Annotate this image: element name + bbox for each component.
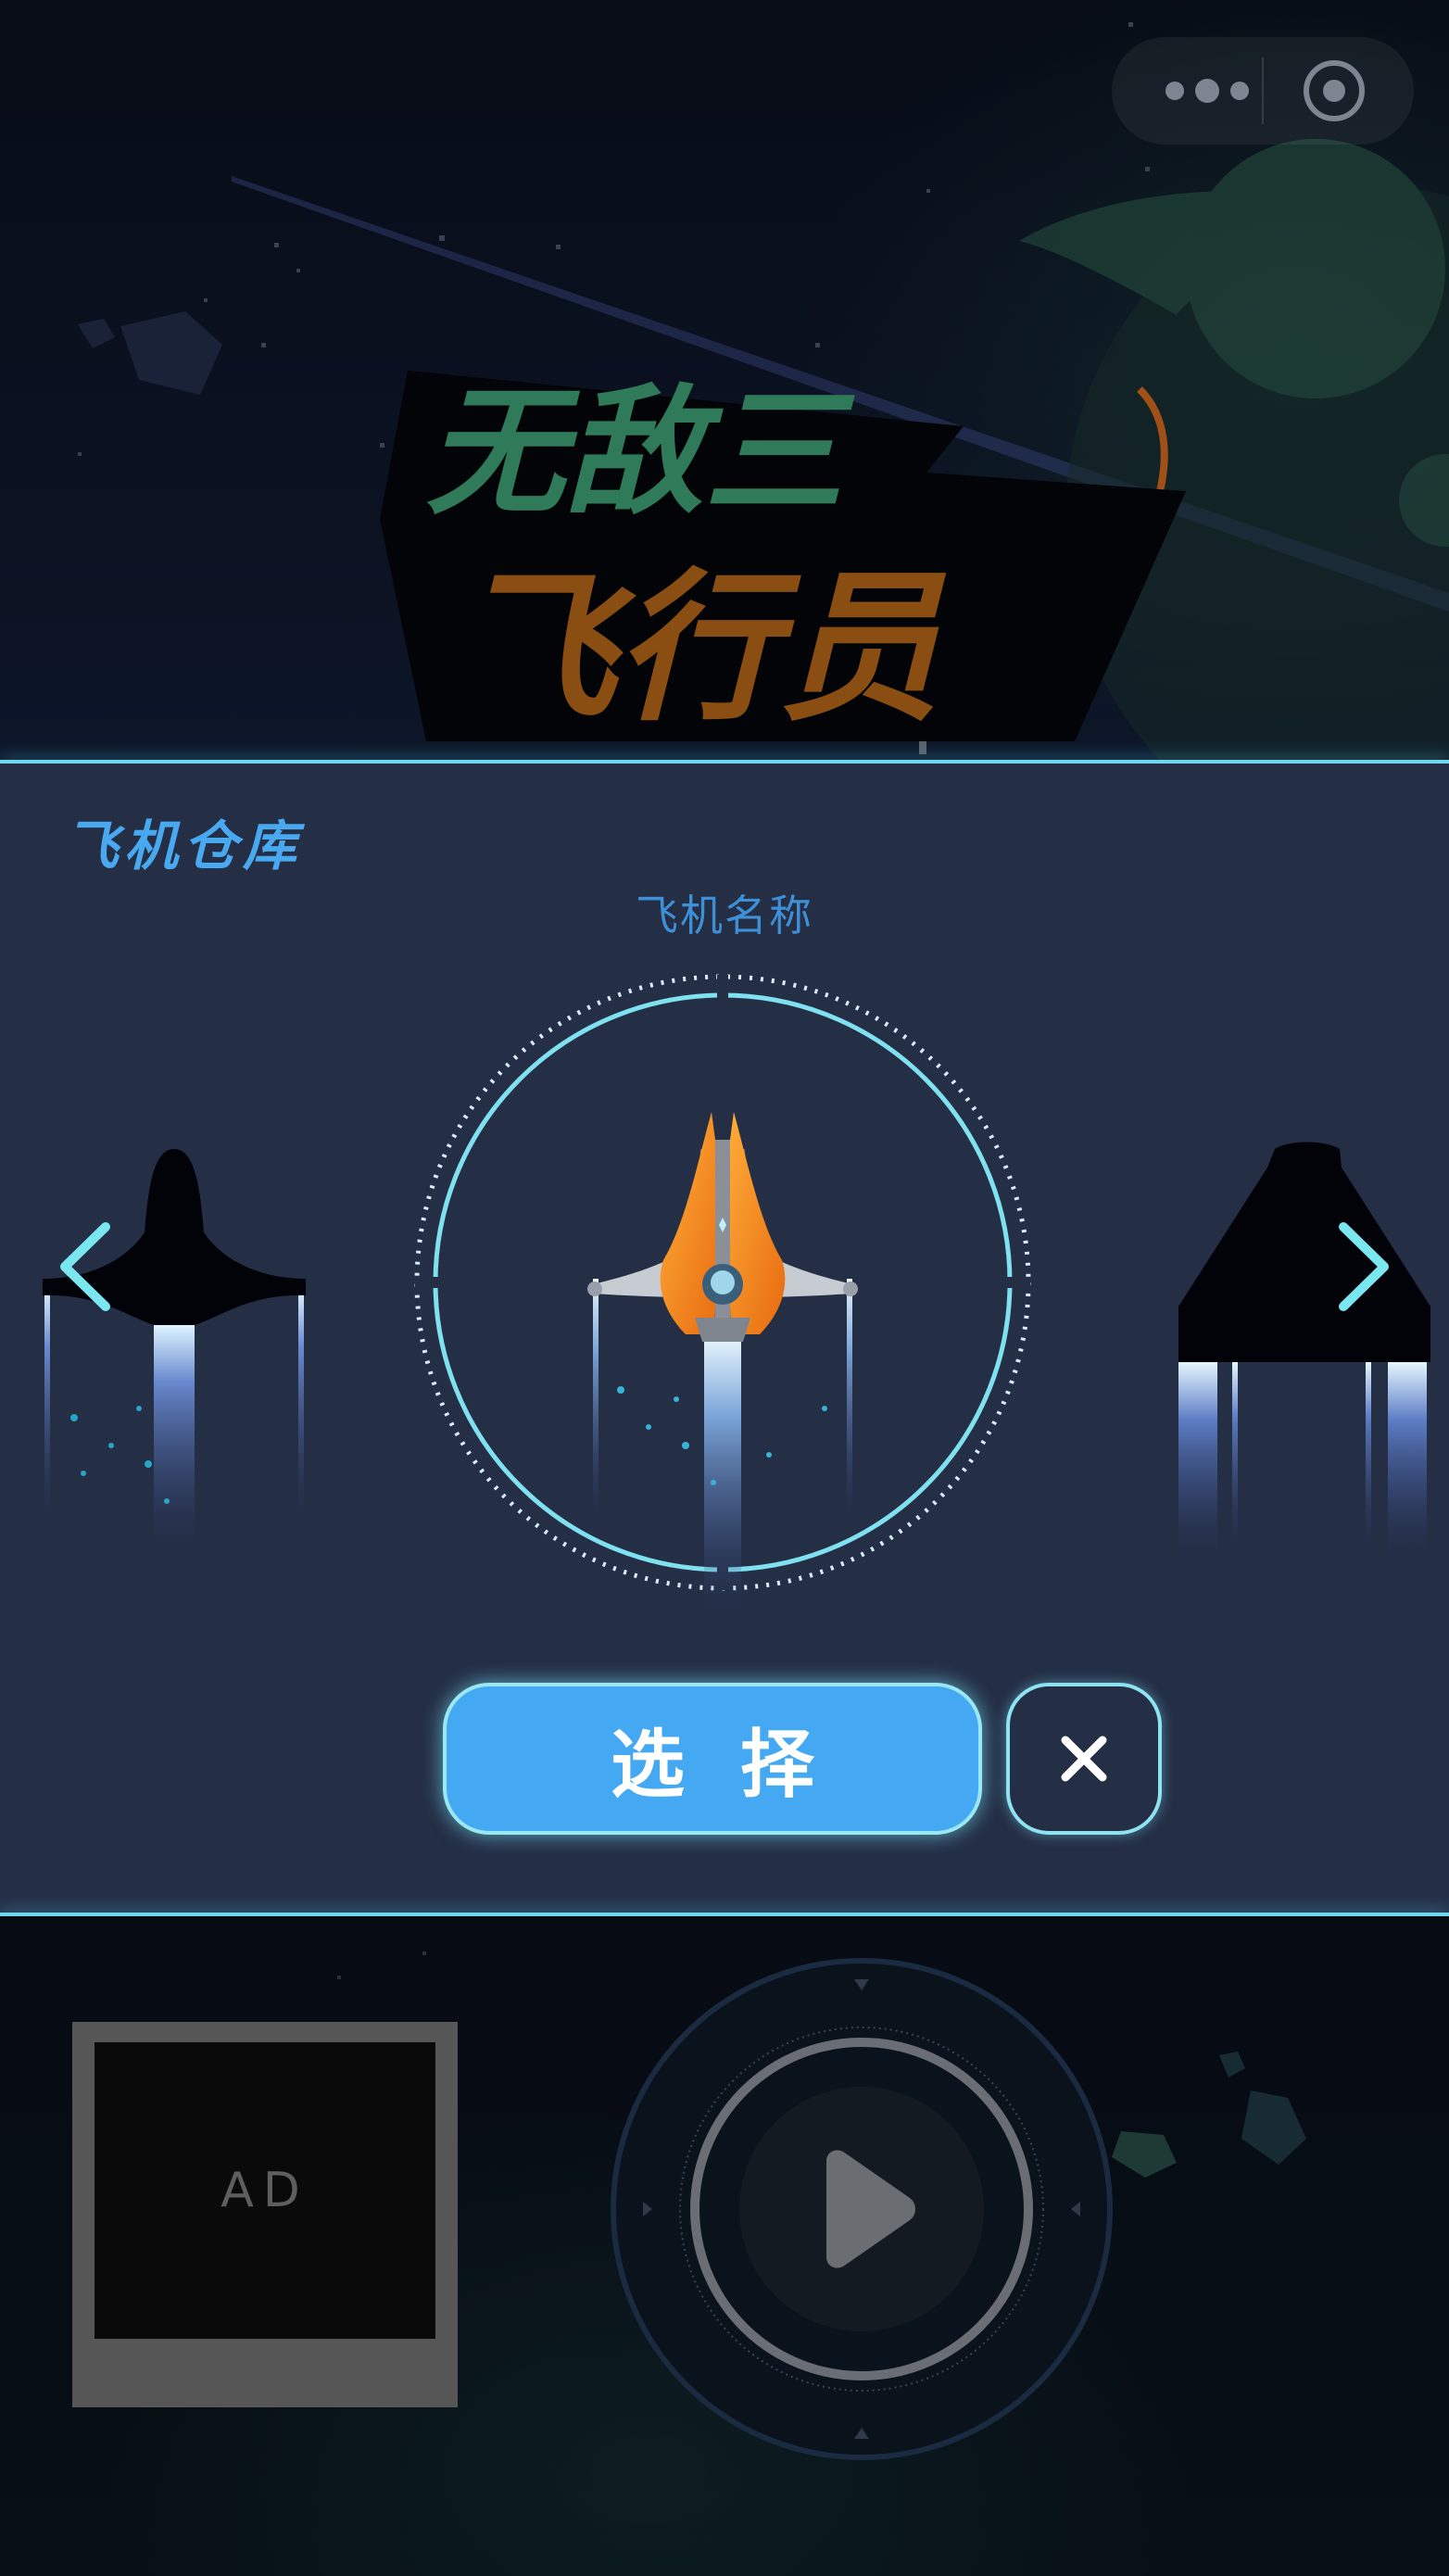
plane-option-next[interactable]	[1167, 1140, 1449, 1566]
capsule-divider	[1262, 57, 1264, 124]
selected-plane	[587, 1112, 858, 1612]
game-logo: 无敌三 飞行员	[380, 371, 1186, 743]
target-icon[interactable]	[1301, 57, 1367, 124]
chevron-left-icon[interactable]	[54, 1216, 119, 1318]
ad-label: AD	[94, 2042, 435, 2339]
more-dots-icon[interactable]	[1156, 74, 1258, 107]
close-icon	[1061, 1736, 1107, 1782]
plane-name: 飞机名称	[636, 890, 813, 941]
hangar-title: 飞机仓库	[65, 814, 303, 878]
plane-option-previous[interactable]	[28, 1130, 324, 1557]
asteroid	[78, 319, 115, 348]
ad-banner[interactable]: AD	[72, 2022, 458, 2407]
select-plane-button[interactable]: 选择	[443, 1683, 982, 1835]
play-control[interactable]	[608, 1955, 1115, 2463]
logo-line1: 无敌三	[426, 373, 855, 534]
miniprogram-capsule	[1112, 37, 1414, 145]
title-banner: 无敌三 飞行员	[0, 0, 1449, 762]
logo-line2: 飞行员	[454, 555, 947, 743]
chevron-right-icon[interactable]	[1330, 1216, 1395, 1318]
asteroid	[120, 311, 222, 395]
close-hangar-button[interactable]	[1006, 1683, 1162, 1835]
